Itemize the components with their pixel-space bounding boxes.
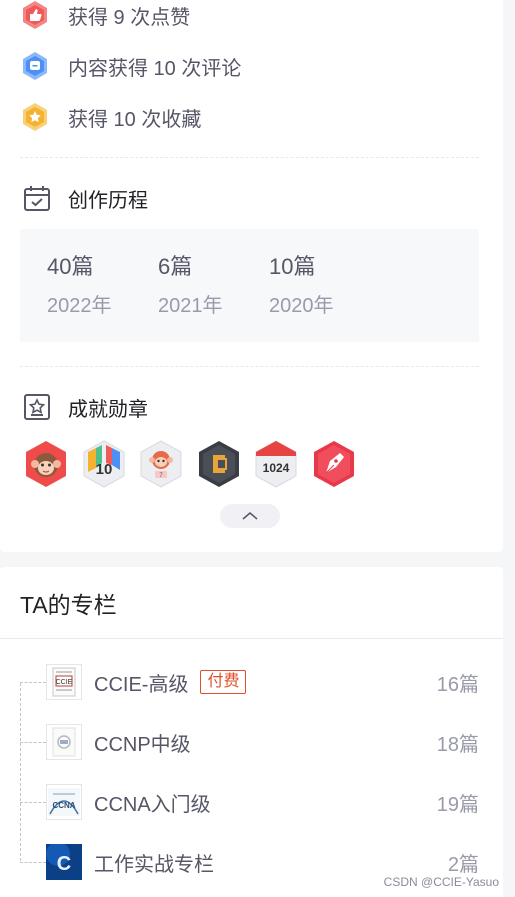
column-name: CCNP中级 [94,733,191,756]
column-item[interactable]: CCNA CCNA入门级 19篇 [20,782,479,822]
column-item[interactable]: CCIE CCIE-高级 付费 16篇 [20,662,479,702]
history-item-2021[interactable]: 6篇 2021年 [158,253,223,319]
svg-text:CCNA: CCNA [52,801,75,810]
column-thumbnail[interactable]: CCNA [46,784,82,820]
code-medal-icon[interactable] [197,440,241,488]
column-item[interactable]: CCNP中级 18篇 [20,722,479,762]
column-thumbnail[interactable]: CCIE [46,664,82,700]
medals-header: 成就勋章 [22,392,148,422]
tree-branch [20,861,46,863]
watermark: CSDN @CCIE-Yasuo [383,875,499,889]
monkey-medal-icon[interactable] [24,440,68,488]
column-thumbnail[interactable] [46,724,82,760]
achievement-text: 获得 10 次收藏 [68,108,202,131]
ten-year-label: 10 [95,461,112,478]
1024-label: 1024 [263,461,290,475]
column-count: 2篇 [447,853,479,876]
medals-title: 成就勋章 [68,398,148,421]
divider [20,366,479,367]
column-count: 18篇 [436,733,479,756]
collapse-button[interactable] [220,504,280,528]
medal-list: 10 7 1024 [24,440,369,488]
divider [20,157,479,158]
history-item-2022[interactable]: 40篇 2022年 [47,253,112,319]
ccie-logo-icon: CCIE [52,667,76,697]
history-year: 2021年 [158,295,223,317]
achievement-likes: 获得 9 次点赞 [20,0,190,33]
achievement-text: 获得 9 次点赞 [68,6,191,29]
tree-branch [20,741,46,743]
history-count: 6篇 [158,254,193,279]
1024-medal-icon[interactable]: 1024 [254,440,298,488]
history-year: 2020年 [269,295,334,317]
column-name: CCIE-高级 [94,673,189,696]
svg-text:C: C [57,853,71,875]
achievement-comments: 内容获得 10 次评论 [20,48,241,84]
ccnp-logo-icon [52,727,76,757]
monkey-cake-medal-icon[interactable]: 7 [139,440,183,488]
history-count: 40篇 [47,254,94,279]
achievement-text: 内容获得 10 次评论 [68,57,242,80]
tree-line [20,683,21,861]
history-item-2020[interactable]: 10篇 2020年 [269,253,334,319]
column-name: 工作实战专栏 [94,853,214,876]
chevron-up-icon [242,512,258,520]
ccna-logo-icon: CCNA [48,788,80,816]
comment-badge-icon [20,51,50,81]
history-title: 创作历程 [68,189,148,212]
favorite-badge-icon [20,102,50,132]
medal-star-icon [24,394,50,420]
history-panel: 40篇 2022年 6篇 2021年 10篇 2020年 [20,229,479,342]
history-header: 创作历程 [22,183,148,213]
svg-text:CCIE: CCIE [56,679,73,686]
calendar-icon [24,186,50,211]
achievement-favorites: 获得 10 次收藏 [20,99,201,135]
column-thumbnail[interactable]: C [46,844,82,880]
ten-year-medal-icon[interactable]: 10 [82,440,126,488]
column-count: 16篇 [436,673,479,696]
paid-badge: 付费 [200,670,247,694]
achievements-card: 获得 9 次点赞 内容获得 10 次评论 获得 10 次收藏 创作历程 40篇 … [0,0,503,552]
history-count: 10篇 [269,254,316,279]
columns-title: TA的专栏 [20,592,117,618]
pen-medal-icon[interactable] [312,440,356,488]
history-year: 2022年 [47,295,112,317]
work-logo-icon: C [46,844,82,880]
column-count: 19篇 [436,793,479,816]
tree-branch [20,801,46,803]
thumbs-up-badge-icon [20,0,50,30]
tree-branch [20,681,46,683]
column-name: CCNA入门级 [94,793,211,816]
columns-divider [0,638,503,639]
